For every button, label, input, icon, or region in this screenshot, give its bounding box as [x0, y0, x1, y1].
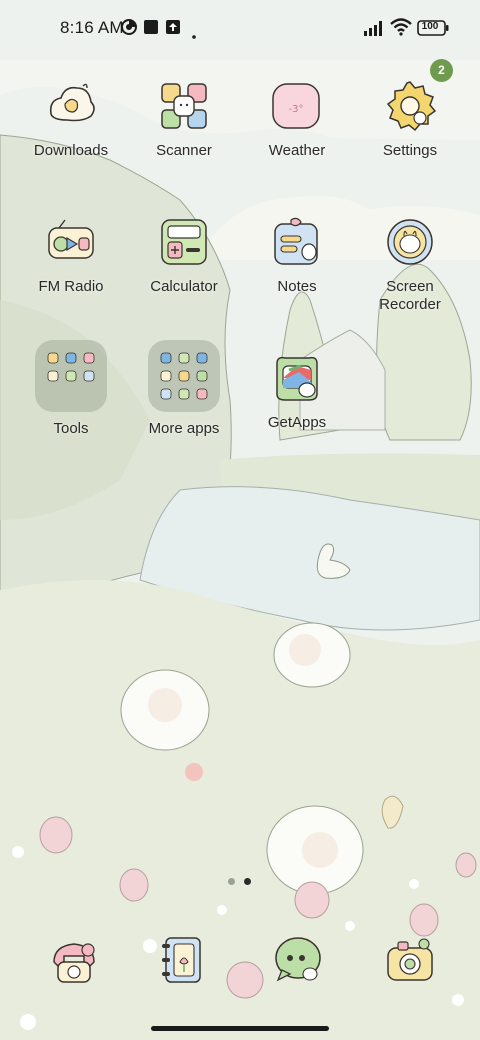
app-label: More apps: [148, 420, 220, 437]
folder-tools[interactable]: Tools: [19, 340, 123, 438]
app-settings[interactable]: Settings: [358, 78, 462, 160]
app-scanner[interactable]: Scanner: [132, 78, 236, 160]
calculator-icon: [156, 214, 212, 270]
app-label: Tools: [53, 420, 89, 437]
getapps-icon: [269, 350, 325, 406]
app-downloads[interactable]: Downloads: [19, 78, 123, 160]
app-weather[interactable]: -3° Weather: [245, 78, 349, 160]
app-label: Screen Recorder: [379, 278, 441, 313]
phone-icon: [46, 932, 102, 988]
folder-more-apps[interactable]: More apps: [132, 340, 236, 438]
app-label: Settings: [382, 142, 438, 159]
scanner-icon: [156, 78, 212, 134]
wifi-icon: [390, 18, 412, 41]
chat-bubble-icon: [270, 932, 326, 988]
data-saver-icon: [121, 19, 137, 40]
upload-icon: [165, 19, 181, 40]
cellular-signal-icon: [364, 20, 386, 41]
app-label: Downloads: [33, 142, 109, 159]
app-screen-recorder[interactable]: Screen Recorder: [358, 214, 462, 314]
notification-badge: 2: [430, 59, 453, 82]
app-label: Notes: [277, 278, 317, 295]
app-getapps[interactable]: GetApps: [245, 350, 349, 432]
dock-camera[interactable]: [382, 932, 438, 988]
app-label: Calculator: [150, 278, 218, 295]
battery-level: 100: [421, 21, 439, 32]
radio-icon: [43, 214, 99, 270]
contacts-book-icon: [156, 932, 212, 988]
app-label: FM Radio: [38, 278, 104, 295]
folder-icon: [148, 340, 220, 412]
app-label: Scanner: [156, 142, 212, 159]
screen-recorder-icon: [382, 214, 438, 270]
page-dot-2-active[interactable]: [244, 878, 251, 885]
gear-icon: [382, 78, 438, 134]
folder-icon: [35, 340, 107, 412]
dock-messages[interactable]: [270, 932, 326, 988]
dock-contacts[interactable]: [156, 932, 212, 988]
svg-text:-3°: -3°: [289, 104, 304, 115]
camera-icon: [382, 932, 438, 988]
cloud-egg-icon: [43, 78, 99, 134]
notes-icon: [269, 214, 325, 270]
clock: 8:16 AM: [60, 18, 124, 37]
dot-icon: [192, 26, 196, 44]
dock-phone[interactable]: [46, 932, 102, 988]
app-calculator[interactable]: Calculator: [132, 214, 236, 296]
notification-square-icon: [143, 19, 159, 40]
app-label: GetApps: [267, 414, 327, 431]
status-bar: 8:16 AM 100: [0, 0, 480, 56]
app-label: Weather: [268, 142, 326, 159]
weather-icon: -3°: [269, 78, 325, 134]
page-dot-1[interactable]: [228, 878, 235, 885]
gesture-home-bar[interactable]: [151, 1026, 329, 1031]
app-fm-radio[interactable]: FM Radio: [19, 214, 123, 296]
page-indicator[interactable]: [228, 878, 258, 886]
app-notes[interactable]: Notes: [245, 214, 349, 296]
